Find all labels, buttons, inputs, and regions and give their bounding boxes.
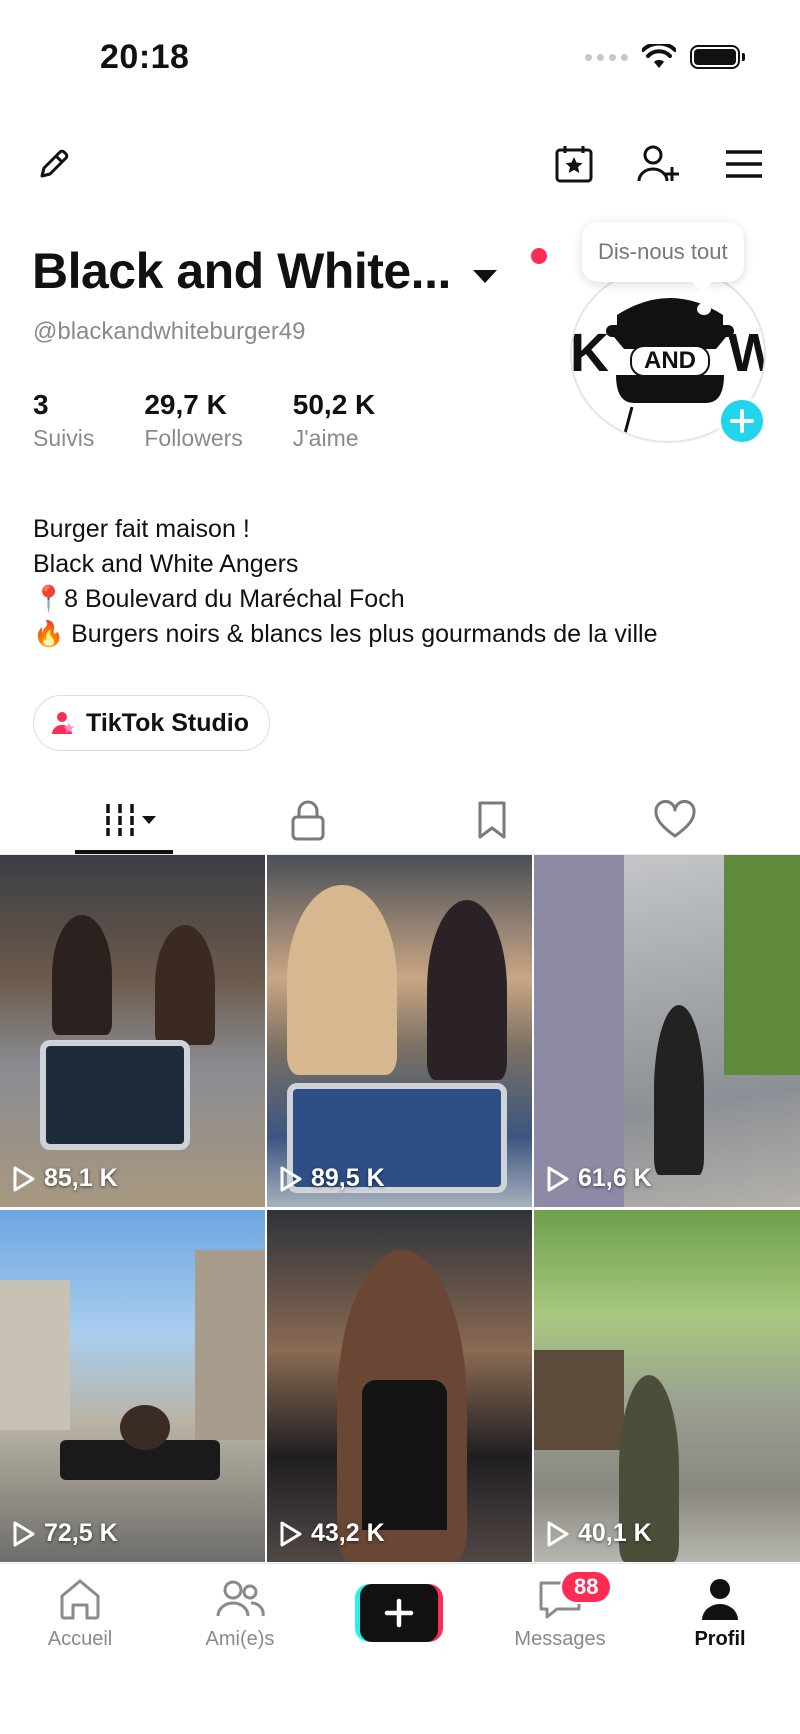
tab-saved[interactable]: [400, 785, 584, 855]
profile-tabs: [0, 785, 800, 855]
stat-value: 3: [33, 389, 49, 420]
messages-badge: 88: [560, 1570, 613, 1604]
bio-line: 📍8 Boulevard du Maréchal Foch: [33, 585, 405, 613]
chevron-down-icon: [472, 269, 497, 283]
add-avatar-plus-icon[interactable]: [718, 397, 766, 445]
view-count: 85,1 K: [12, 1164, 118, 1193]
view-count-text: 85,1 K: [44, 1164, 118, 1192]
nav-label: Ami(e)s: [205, 1628, 275, 1650]
tiktok-studio-button[interactable]: TikTok Studio: [33, 695, 270, 751]
wifi-icon: [642, 44, 676, 68]
bookmark-icon: [478, 801, 506, 839]
tab-private[interactable]: [216, 785, 400, 855]
view-count: 89,5 K: [279, 1164, 385, 1193]
video-thumbnail[interactable]: 40,1 K: [534, 1210, 800, 1562]
view-count: 40,1 K: [546, 1519, 652, 1548]
profile-name: Black and White...: [32, 243, 451, 299]
avatar-text: AND: [630, 345, 710, 377]
stat-label: Suivis: [33, 424, 95, 451]
studio-icon: [52, 712, 75, 734]
nav-label: Messages: [514, 1628, 606, 1650]
profile-bio: Burger fait maison ! Black and White Ang…: [33, 512, 657, 652]
profile-stats: 3 Suivis 29,7 K Followers 50,2 K J'aime: [33, 389, 376, 452]
svg-text:K: K: [572, 323, 609, 383]
video-thumbnail[interactable]: 72,5 K: [0, 1210, 265, 1562]
nav-home[interactable]: Accueil: [20, 1576, 140, 1651]
view-count: 72,5 K: [12, 1519, 118, 1548]
nav-friends[interactable]: Ami(e)s: [180, 1576, 300, 1651]
play-icon: [547, 1166, 569, 1191]
play-icon: [13, 1166, 35, 1191]
menu-icon[interactable]: [720, 140, 768, 188]
create-post-button[interactable]: [355, 1584, 443, 1642]
view-count-text: 61,6 K: [578, 1164, 652, 1192]
status-icons: [585, 44, 745, 70]
stat-followers[interactable]: 29,7 K Followers: [144, 389, 243, 452]
video-thumbnail[interactable]: 61,6 K: [534, 855, 800, 1207]
bio-line: Black and White Angers: [33, 550, 299, 578]
play-icon: [280, 1521, 302, 1546]
status-time: 20:18: [100, 38, 190, 76]
notification-dot: [531, 248, 547, 264]
friends-icon: [216, 1580, 265, 1617]
play-icon: [547, 1521, 569, 1546]
tab-videos[interactable]: [40, 785, 224, 855]
battery-icon: [690, 45, 745, 69]
nav-label: Profil: [694, 1628, 746, 1650]
view-count: 43,2 K: [279, 1519, 385, 1548]
stat-value: 50,2 K: [292, 389, 376, 420]
play-icon: [280, 1166, 302, 1191]
status-bar: 20:18: [0, 0, 800, 110]
profile-name-row[interactable]: Black and White...: [32, 242, 497, 300]
bio-line: Burger fait maison !: [33, 515, 250, 543]
tab-liked[interactable]: [583, 785, 767, 855]
username: @blackandwhiteburger49: [33, 318, 306, 345]
calendar-star-icon[interactable]: [550, 140, 598, 188]
video-thumbnail[interactable]: 85,1 K: [0, 855, 265, 1207]
view-count-text: 72,5 K: [44, 1519, 118, 1547]
video-thumbnail[interactable]: 89,5 K: [267, 855, 532, 1207]
studio-label: TikTok Studio: [86, 708, 249, 737]
heart-icon: [654, 800, 696, 838]
stat-label: Followers: [144, 424, 243, 451]
view-count-text: 89,5 K: [311, 1164, 385, 1192]
nav-label: Accueil: [47, 1628, 113, 1650]
play-icon: [13, 1521, 35, 1546]
tooltip-bubble[interactable]: Dis-nous tout: [582, 222, 744, 292]
edit-pencil-icon[interactable]: [30, 140, 78, 188]
bio-line: 🔥 Burgers noirs & blancs les plus gourma…: [33, 620, 658, 648]
view-count: 61,6 K: [546, 1164, 652, 1193]
video-grid: 85,1 K 89,5 K 61,6 K 72,5 K 43,2 K 40,1 …: [0, 855, 800, 1563]
video-thumbnail[interactable]: 43,2 K: [267, 1210, 532, 1562]
videos-grid-icon: [106, 804, 156, 836]
home-icon: [60, 1579, 100, 1620]
stat-likes[interactable]: 50,2 K J'aime: [292, 389, 376, 452]
cellular-signal-icon: [585, 53, 628, 61]
lock-icon: [291, 800, 325, 841]
plus-icon: [384, 1598, 414, 1628]
stat-label: J'aime: [292, 424, 359, 451]
view-count-text: 40,1 K: [578, 1519, 652, 1547]
stat-value: 29,7 K: [144, 389, 227, 420]
bottom-nav: Accueil Ami(e)s Messages 88 Profil: [0, 1563, 800, 1734]
view-count-text: 43,2 K: [311, 1519, 385, 1547]
top-toolbar: [0, 140, 800, 190]
nav-profile[interactable]: Profil: [660, 1576, 780, 1651]
profile-icon: [702, 1579, 738, 1620]
add-friend-icon[interactable]: [634, 140, 682, 188]
stat-following[interactable]: 3 Suivis: [33, 389, 95, 452]
